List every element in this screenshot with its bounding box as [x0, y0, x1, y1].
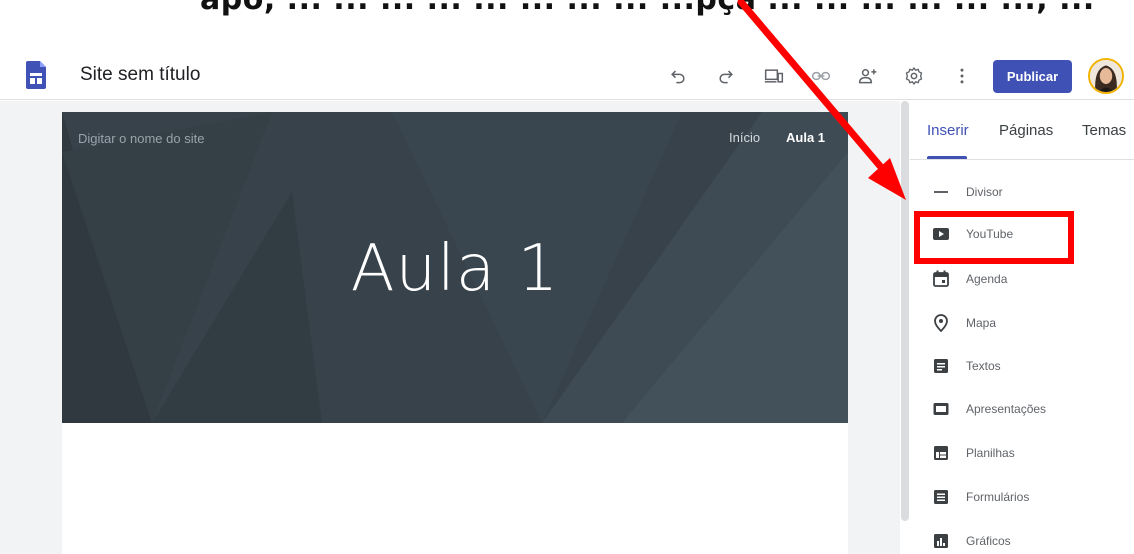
- instruction-caption: apó, ... ... ... ... ... ... ... ... ...…: [0, 0, 1134, 40]
- document-title[interactable]: Site sem título: [80, 64, 200, 86]
- link-icon[interactable]: [807, 62, 835, 90]
- canvas-scrollbar[interactable]: [901, 101, 909, 521]
- top-bar: Site sem título Publicar: [0, 52, 1134, 100]
- slides-icon: [932, 400, 950, 418]
- site-name-input[interactable]: Digitar o nome do site: [78, 131, 204, 146]
- tabs-divider: [910, 159, 1134, 160]
- divider-icon: [932, 183, 950, 201]
- docs-icon: [932, 357, 950, 375]
- share-icon[interactable]: [854, 62, 882, 90]
- insert-item-label: Mapa: [966, 316, 997, 330]
- screenshot: apó, ... ... ... ... ... ... ... ... ...…: [0, 0, 1134, 554]
- nav-link-inicio[interactable]: Início: [729, 130, 760, 145]
- insert-item-label: Gráficos: [966, 534, 1011, 548]
- tab-paginas[interactable]: Páginas: [999, 122, 1053, 139]
- redo-icon[interactable]: [712, 62, 740, 90]
- insert-item-label: Textos: [966, 359, 1001, 373]
- tab-inserir[interactable]: Inserir: [927, 122, 969, 139]
- insert-item-label: Divisor: [966, 185, 1003, 199]
- insert-item-agenda[interactable]: Agenda: [910, 261, 1134, 297]
- insert-item-divisor[interactable]: Divisor: [910, 174, 1134, 210]
- settings-icon[interactable]: [900, 62, 928, 90]
- caption-text: apó, ... ... ... ... ... ... ... ... ...…: [200, 0, 1095, 17]
- insert-item-label: Formulários: [966, 490, 1030, 504]
- google-sites-logo-icon[interactable]: [26, 61, 46, 89]
- insert-item-mapa[interactable]: Mapa: [910, 305, 1134, 341]
- insert-item-apresentacoes[interactable]: Apresentações: [910, 391, 1134, 427]
- insert-item-graficos[interactable]: Gráficos: [910, 523, 1134, 554]
- forms-icon: [932, 488, 950, 506]
- charts-icon: [932, 532, 950, 550]
- undo-icon[interactable]: [664, 62, 692, 90]
- map-pin-icon: [932, 314, 950, 332]
- insert-item-label: Planilhas: [966, 446, 1015, 460]
- more-icon[interactable]: [948, 62, 976, 90]
- header-banner[interactable]: Digitar o nome do site Início Aula 1 Aul…: [62, 112, 848, 423]
- insert-panel: Inserir Páginas Temas Divisor YouTube Ag…: [910, 101, 1134, 554]
- calendar-icon: [932, 270, 950, 288]
- page-title[interactable]: Aula 1: [62, 232, 848, 306]
- avatar[interactable]: [1088, 58, 1124, 94]
- preview-icon[interactable]: [760, 62, 788, 90]
- sheets-icon: [932, 444, 950, 462]
- insert-item-textos[interactable]: Textos: [910, 348, 1134, 384]
- youtube-highlight-box: [914, 211, 1074, 264]
- site-page: Digitar o nome do site Início Aula 1 Aul…: [62, 112, 848, 554]
- insert-item-formularios[interactable]: Formulários: [910, 479, 1134, 515]
- insert-item-label: Agenda: [966, 272, 1008, 286]
- insert-item-planilhas[interactable]: Planilhas: [910, 435, 1134, 471]
- insert-item-label: Apresentações: [966, 402, 1047, 416]
- publish-button[interactable]: Publicar: [993, 60, 1072, 93]
- tab-temas[interactable]: Temas: [1082, 122, 1126, 139]
- nav-link-aula-1[interactable]: Aula 1: [786, 130, 825, 145]
